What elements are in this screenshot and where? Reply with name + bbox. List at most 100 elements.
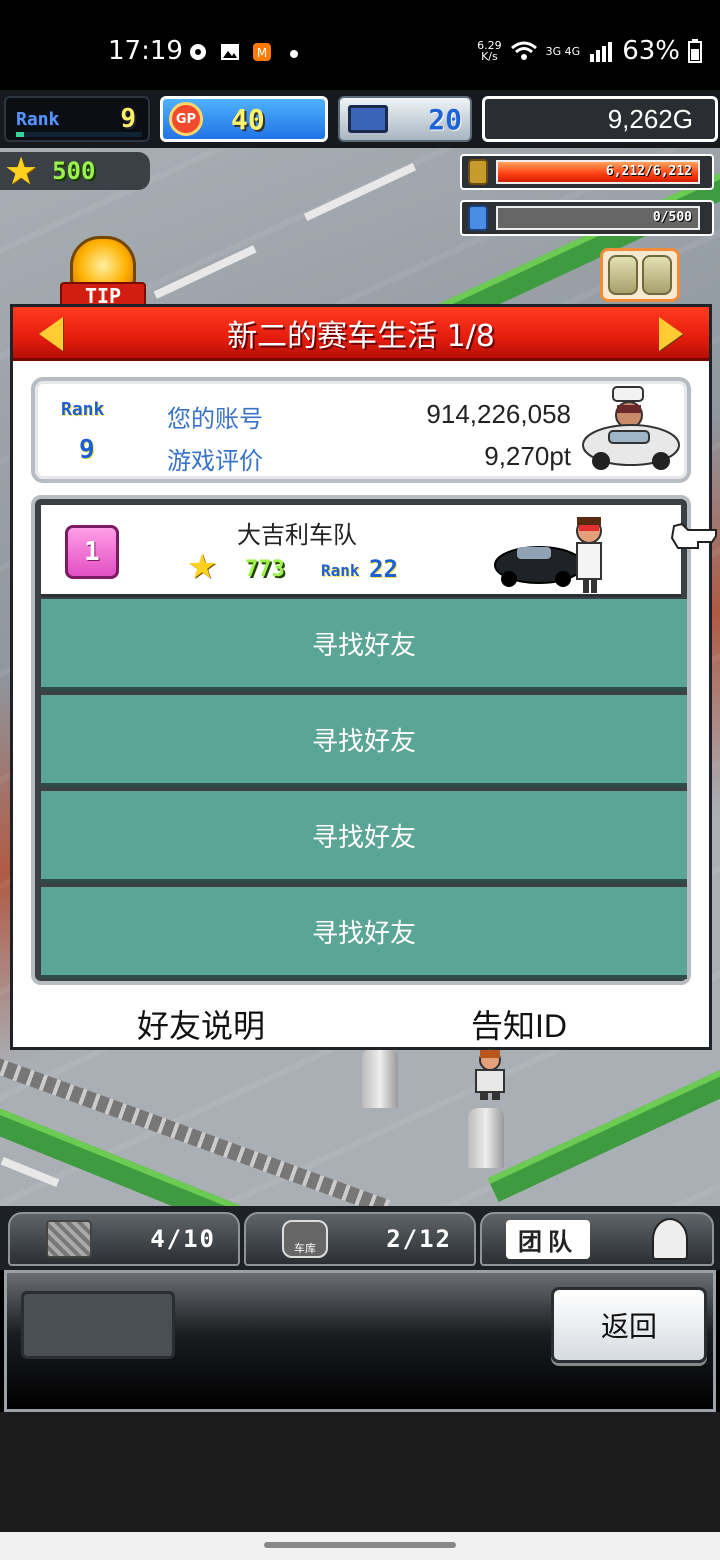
find-friend-label: 寻找好友 [311, 918, 416, 949]
notify-id-button[interactable]: 告知ID [471, 1001, 567, 1047]
find-friend-button[interactable]: 寻找好友 [41, 887, 687, 979]
garage-count: 2/12 [386, 1225, 452, 1253]
tip-button[interactable]: TIP [60, 236, 146, 310]
stone-post [362, 1048, 398, 1108]
coin-icon [642, 255, 672, 295]
account-panel: Rank 9 您的账号 914,226,058 游戏评价 9,270pt [31, 377, 691, 483]
find-friend-button[interactable]: 寻找好友 [41, 599, 687, 691]
tab-items[interactable]: 4/10 [8, 1212, 240, 1266]
gp-coin-icon: GP [169, 102, 203, 136]
battery-icon [688, 39, 702, 63]
dialog-title: 新二的赛车生活 1/8 [227, 318, 495, 354]
friend-help-button[interactable]: 好友说明 [137, 1001, 265, 1047]
empty-slot [21, 1291, 175, 1359]
account-id-value: 914,226,058 [426, 399, 571, 429]
network-speed: 6.29 K/s [477, 39, 502, 63]
status-right: 6.29 K/s 3G 4G 63% [477, 36, 702, 66]
team-car-driver-icon [494, 517, 602, 593]
notification-icon [190, 44, 206, 60]
water-bottle-icon [468, 205, 488, 231]
team-stars-value: 773 [245, 557, 285, 582]
money-box: 9,262G [482, 96, 718, 142]
water-text: 0/500 [652, 210, 692, 225]
friends-dialog: 新二的赛车生活 1/8 Rank 9 您的账号 914,226,058 游戏评价… [10, 304, 712, 1050]
computer-icon [348, 105, 388, 133]
team-rank-value: 22 [369, 555, 398, 583]
road-marking [153, 245, 257, 299]
account-rank-label: Rank [61, 399, 105, 420]
rating-value: 9,270pt [484, 441, 571, 471]
signal-text: 3G 4G [545, 44, 581, 58]
battery-text: 63% [622, 36, 680, 66]
fuel-text: 6,212/6,212 [605, 164, 692, 179]
back-label: 返回 [600, 1310, 657, 1343]
hedge [487, 1060, 720, 1202]
team-row[interactable]: 1 大吉利车队 ★ 773 Rank 22 [41, 505, 681, 597]
research-points-box[interactable]: 20 [338, 96, 472, 142]
system-nav-area [0, 1412, 720, 1532]
team-member-avatar-icon [652, 1218, 688, 1260]
previous-page-arrow-icon[interactable] [39, 317, 63, 351]
rank-progress-fill [16, 132, 24, 137]
fuel-barrel-icon [468, 159, 488, 185]
account-id-label: 您的账号 [167, 405, 263, 433]
home-gesture-bar[interactable] [264, 1542, 456, 1548]
account-rank-value: 9 [79, 435, 95, 465]
wifi-icon [510, 41, 537, 60]
top-hud: Rank 9 GP 40 20 9,262G [0, 90, 720, 148]
garage-label: 车库 [294, 1242, 316, 1255]
coin-icon [608, 255, 638, 295]
gallery-icon [221, 44, 239, 60]
status-time: 17:19 [108, 36, 183, 66]
player-rank-box[interactable]: Rank 9 [4, 96, 150, 142]
star-value: 500 [52, 157, 96, 185]
pointing-hand-icon [670, 522, 717, 549]
status-bar: 17:19 M 6.29 K/s 3G 4G 63% [0, 0, 720, 90]
tip-star-icon [70, 236, 136, 286]
water-gauge: 0/500 [460, 200, 714, 236]
research-points-value: 20 [428, 102, 462, 136]
crate-icon [46, 1220, 92, 1258]
signal-icon [590, 42, 613, 62]
fuel-track: 6,212/6,212 [496, 160, 700, 184]
road-marking [0, 1157, 60, 1187]
tab-team[interactable]: 团队 [480, 1212, 714, 1266]
gp-box[interactable]: GP 40 [160, 96, 328, 142]
coin-stack-button[interactable] [600, 248, 680, 302]
bottom-panel: 返回 [4, 1270, 716, 1412]
fuel-gauge: 6,212/6,212 [460, 154, 714, 190]
find-friend-label: 寻找好友 [311, 630, 416, 661]
worker-sprite-icon [475, 1049, 505, 1100]
team-tab-label: 团队 [506, 1219, 590, 1259]
rank-value: 9 [120, 104, 136, 134]
rank-label: Rank [16, 108, 60, 130]
svg-text:M: M [257, 46, 267, 60]
friends-list-panel: 1 大吉利车队 ★ 773 Rank 22 寻找好友 寻找好友 寻找好友 寻找好… [31, 495, 691, 985]
player-car-avatar-icon [582, 386, 680, 470]
garage-car-icon: 车库 [282, 1220, 328, 1258]
star-counter: ★ 500 [0, 149, 150, 193]
bottom-tab-bar: 4/10 车库 2/12 团队 [0, 1206, 720, 1270]
money-value: 9,262G [607, 103, 693, 134]
find-friend-button[interactable]: 寻找好友 [41, 695, 687, 787]
tab-garage[interactable]: 车库 2/12 [244, 1212, 476, 1266]
team-rank-label: Rank [321, 561, 360, 580]
rank-progress-bar [16, 132, 142, 137]
find-friend-label: 寻找好友 [311, 726, 416, 757]
find-friend-label: 寻找好友 [311, 822, 416, 853]
star-icon: ★ [4, 149, 39, 193]
items-count: 4/10 [150, 1225, 216, 1253]
dialog-header: 新二的赛车生活 1/8 [13, 307, 709, 361]
stone-post [468, 1108, 504, 1168]
water-track: 0/500 [496, 206, 700, 230]
gp-value: 40 [231, 102, 265, 136]
rating-label: 游戏评价 [167, 447, 263, 475]
next-page-arrow-icon[interactable] [659, 317, 683, 351]
team-name: 大吉利车队 [237, 521, 357, 549]
road-marking [303, 163, 417, 221]
star-icon: ★ [187, 547, 218, 587]
more-dot-icon [290, 50, 298, 58]
find-friend-button[interactable]: 寻找好友 [41, 791, 687, 883]
app-badge-icon: M [253, 43, 271, 61]
back-button[interactable]: 返回 [551, 1287, 707, 1363]
